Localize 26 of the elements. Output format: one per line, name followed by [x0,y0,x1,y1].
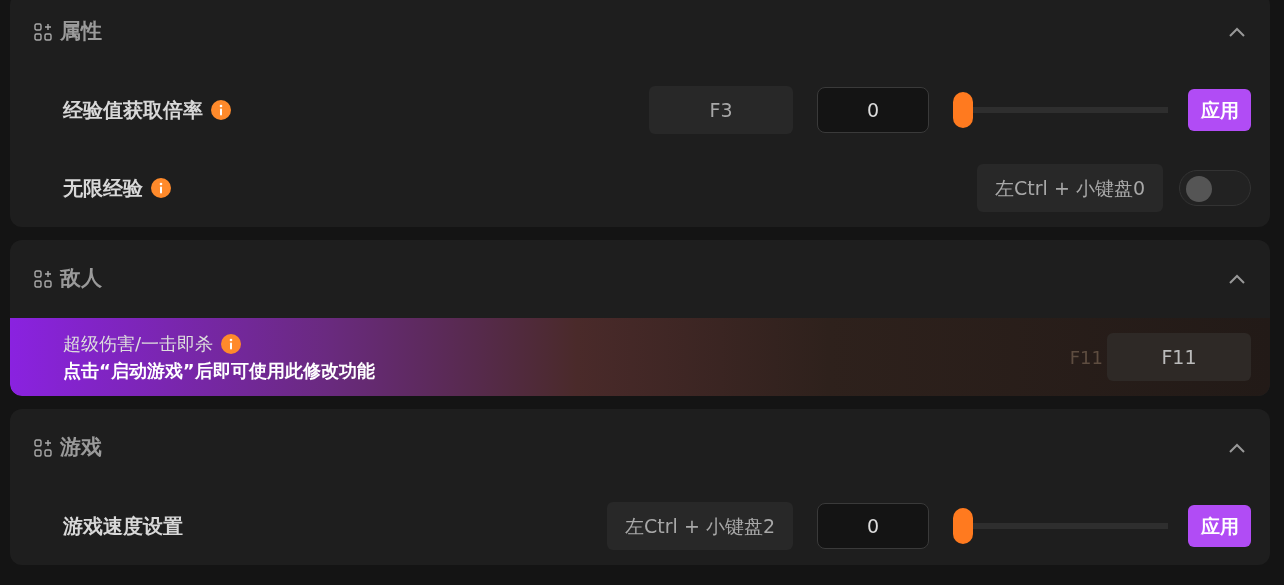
section-title: 游戏 [60,434,102,462]
hotkey-button[interactable]: F11 [1107,333,1251,381]
hotkey-button[interactable]: 左Ctrl + 小键盘2 [607,502,793,550]
section-title: 敌人 [60,265,102,293]
value-field[interactable]: 0 [817,87,929,133]
option-label: 无限经验 [63,175,143,202]
value-field[interactable]: 0 [817,503,929,549]
slider-thumb[interactable] [953,508,973,544]
grid-icon [34,23,52,41]
hotkey-text: F11 [1069,345,1103,370]
option-label: 超级伤害/一击即杀 [63,332,214,356]
grid-icon [34,270,52,288]
option-label: 游戏速度设置 [63,513,183,540]
chevron-icon[interactable] [1228,26,1246,38]
toggle-switch[interactable] [1179,170,1251,206]
apply-button[interactable]: 应用 [1188,505,1251,547]
hotkey-button[interactable]: F3 [649,86,793,134]
chevron-icon[interactable] [1228,273,1246,285]
chevron-icon[interactable] [1228,442,1246,454]
hotkey-button[interactable]: 左Ctrl + 小键盘0 [977,164,1163,212]
slider-thumb[interactable] [953,92,973,128]
grid-icon [34,439,52,457]
apply-button[interactable]: 应用 [1188,89,1251,131]
section-title: 属性 [60,18,102,46]
notice-text: 点击“启动游戏”后即可使用此修改功能 [63,359,375,383]
option-label: 经验值获取倍率 [63,97,203,124]
